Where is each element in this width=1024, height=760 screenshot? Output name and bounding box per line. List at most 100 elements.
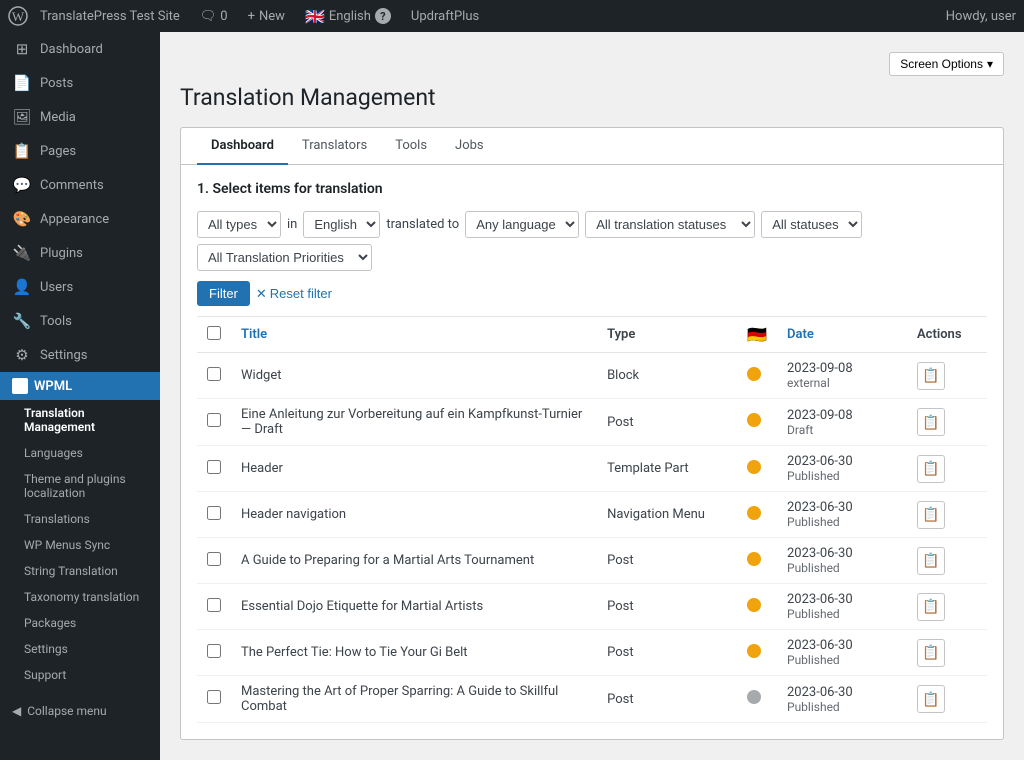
date-status: Draft [787, 423, 897, 437]
wpml-label: WPML [34, 379, 72, 394]
tab-translators[interactable]: Translators [288, 128, 381, 165]
adminbar-updraftplus[interactable]: UpdraftPlus [403, 0, 487, 32]
sidebar-item-translations[interactable]: Translations [0, 506, 160, 532]
sidebar-item-languages[interactable]: Languages [0, 440, 160, 466]
sidebar-item-pages[interactable]: 📋 Pages [0, 134, 160, 168]
status-indicator [747, 506, 761, 520]
sidebar-item-translation-management[interactable]: Translation Management [0, 400, 160, 440]
sidebar-item-media[interactable]: 🖼 Media [0, 100, 160, 134]
table-row: Mastering the Art of Proper Sparring: A … [197, 676, 987, 723]
row-checkbox[interactable] [207, 506, 221, 520]
translated-to-label: translated to [386, 217, 459, 232]
any-language-filter[interactable]: Any language [465, 211, 579, 238]
date-column-header[interactable]: Date [777, 317, 907, 353]
wp-logo[interactable]: W [8, 6, 28, 26]
sidebar-item-dashboard[interactable]: ⊞ Dashboard [0, 32, 160, 66]
sidebar-item-label: Appearance [40, 212, 109, 227]
row-title: A Guide to Preparing for a Martial Arts … [231, 538, 597, 584]
sidebar-item-tools[interactable]: 🔧 Tools [0, 304, 160, 338]
row-checkbox[interactable] [207, 644, 221, 658]
row-title: Eine Anleitung zur Vorbereitung auf ein … [231, 399, 597, 446]
date-status: Published [787, 515, 897, 529]
sidebar-item-theme-plugins[interactable]: Theme and plugins localization [0, 466, 160, 506]
translate-action-button[interactable]: 📋 [917, 455, 945, 483]
times-icon: ✕ [256, 286, 267, 302]
translate-action-button[interactable]: 📋 [917, 501, 945, 529]
filter-button[interactable]: Filter [197, 281, 250, 306]
sidebar-item-packages[interactable]: Packages [0, 610, 160, 636]
date-status: Published [787, 653, 897, 667]
language-filter[interactable]: English [303, 211, 380, 238]
row-checkbox-cell [197, 353, 231, 399]
row-checkbox[interactable] [207, 598, 221, 612]
tab-dashboard[interactable]: Dashboard [197, 128, 288, 165]
sidebar-item-comments[interactable]: 💬 Comments [0, 168, 160, 202]
row-checkbox[interactable] [207, 367, 221, 381]
row-checkbox[interactable] [207, 552, 221, 566]
screen-options-bar: Screen Options ▾ [180, 52, 1004, 76]
sidebar-item-posts[interactable]: 📄 Posts [0, 66, 160, 100]
sidebar-item-wpml-settings[interactable]: Settings [0, 636, 160, 662]
type-filter[interactable]: All types [197, 211, 281, 238]
translate-icon: 📋 [922, 691, 939, 708]
sidebar-item-string-translation[interactable]: String Translation [0, 558, 160, 584]
row-checkbox[interactable] [207, 460, 221, 474]
translate-action-button[interactable]: 📋 [917, 408, 945, 436]
settings-icon: ⚙ [12, 346, 32, 364]
site-name[interactable]: TranslatePress Test Site [32, 0, 188, 32]
status-indicator [747, 690, 761, 704]
date-status: Published [787, 561, 897, 575]
tab-tools[interactable]: Tools [381, 128, 441, 165]
translate-action-button[interactable]: 📋 [917, 547, 945, 575]
translation-status-filter[interactable]: All translation statuses [585, 211, 755, 238]
adminbar-user: Howdy, user [946, 9, 1016, 24]
select-all-checkbox[interactable] [207, 326, 221, 340]
svg-text:W: W [12, 9, 25, 24]
translate-action-button[interactable]: 📋 [917, 639, 945, 667]
date-status: external [787, 376, 897, 390]
status-filter[interactable]: All statuses [761, 211, 862, 238]
sidebar-item-wp-menus-sync[interactable]: WP Menus Sync [0, 532, 160, 558]
posts-icon: 📄 [12, 74, 32, 92]
filter-actions-row: Filter ✕ Reset filter [197, 281, 987, 306]
translate-icon: 📋 [922, 367, 939, 384]
priority-filter[interactable]: All Translation Priorities [197, 244, 372, 271]
translate-action-button[interactable]: 📋 [917, 593, 945, 621]
title-column-header[interactable]: Title [231, 317, 597, 353]
screen-options-button[interactable]: Screen Options ▾ [889, 52, 1004, 76]
row-date: 2023-06-30 Published [777, 492, 907, 538]
adminbar-language[interactable]: 🇬🇧 English ? [297, 0, 399, 32]
row-checkbox[interactable] [207, 413, 221, 427]
sidebar-item-settings[interactable]: ⚙ Settings [0, 338, 160, 372]
reset-filter-button[interactable]: ✕ Reset filter [256, 286, 332, 302]
row-status [737, 538, 777, 584]
pages-icon: 📋 [12, 142, 32, 160]
row-title: Widget [231, 353, 597, 399]
sidebar-item-users[interactable]: 👤 Users [0, 270, 160, 304]
row-status [737, 676, 777, 723]
filter-row: All types in English translated to Any l… [197, 211, 987, 271]
sidebar-item-appearance[interactable]: 🎨 Appearance [0, 202, 160, 236]
tab-jobs[interactable]: Jobs [441, 128, 498, 165]
sidebar-item-taxonomy-translation[interactable]: Taxonomy translation [0, 584, 160, 610]
admin-bar: W TranslatePress Test Site 🗨 0 + New 🇬🇧 … [0, 0, 1024, 32]
de-flag-icon: 🇩🇪 [747, 325, 767, 344]
translate-action-button[interactable]: 📋 [917, 362, 945, 390]
translate-icon: 📋 [922, 506, 939, 523]
adminbar-new[interactable]: + New [240, 0, 293, 32]
sidebar-item-label: Tools [40, 314, 72, 329]
row-status [737, 492, 777, 538]
translate-icon: 📋 [922, 552, 939, 569]
adminbar-comments[interactable]: 🗨 0 [192, 0, 236, 32]
row-type: Post [597, 676, 737, 723]
collapse-menu-button[interactable]: ◀ Collapse menu [0, 696, 160, 726]
sidebar-item-plugins[interactable]: 🔌 Plugins [0, 236, 160, 270]
row-checkbox[interactable] [207, 690, 221, 704]
row-status [737, 353, 777, 399]
translate-action-button[interactable]: 📋 [917, 685, 945, 713]
reset-label: Reset filter [270, 286, 332, 301]
date-value: 2023-06-30 [787, 454, 897, 469]
row-date: 2023-06-30 Published [777, 538, 907, 584]
row-actions: 📋 [907, 630, 987, 676]
sidebar-wpml-section[interactable]: WPML [0, 372, 160, 400]
